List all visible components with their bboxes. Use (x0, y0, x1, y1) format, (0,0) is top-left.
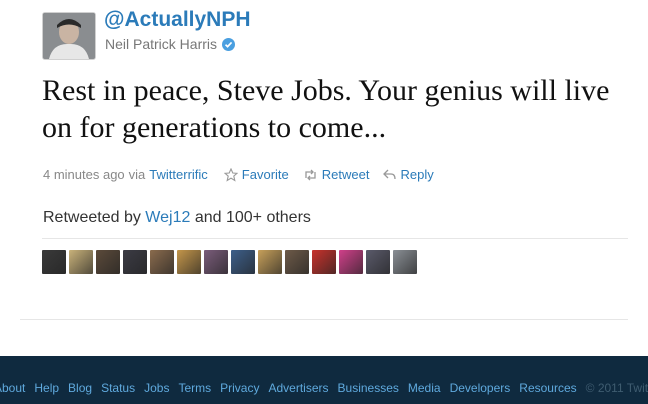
tweet-timestamp-link[interactable]: 4 minutes ago (43, 167, 125, 182)
reply-arrow-icon (383, 169, 397, 180)
user-handle-link[interactable]: @ActuallyNPH (104, 8, 251, 32)
favorite-label: Favorite (241, 167, 289, 182)
footer-link-developers[interactable]: Developers (450, 381, 511, 395)
client-link[interactable]: Twitterrific (149, 167, 208, 182)
retweeter-avatar[interactable] (96, 250, 120, 274)
footer-link-privacy[interactable]: Privacy (220, 381, 259, 395)
user-real-name: Neil Patrick Harris (105, 36, 236, 52)
retweeter-avatars (42, 250, 417, 274)
footer-link-resources[interactable]: Resources (519, 381, 576, 395)
footer-link-terms[interactable]: Terms (178, 381, 211, 395)
divider (42, 238, 628, 239)
site-footer: About Help Blog Status Jobs Terms Privacy Adver… (0, 356, 648, 404)
retweeter-link[interactable]: Wej12 (145, 209, 190, 226)
favorite-button[interactable]: Favorite (223, 167, 289, 182)
retweeter-avatar[interactable] (393, 250, 417, 274)
real-name-text: Neil Patrick Harris (105, 36, 218, 52)
tweet-text: Rest in peace, Steve Jobs. Your genius w… (42, 74, 610, 144)
reply-label: Reply (400, 167, 434, 182)
via-label: via (128, 167, 146, 182)
profile-avatar[interactable] (42, 12, 96, 60)
retweeter-avatar[interactable] (285, 250, 309, 274)
retweet-icon (305, 169, 316, 180)
footer-link-blog[interactable]: Blog (68, 381, 92, 395)
retweeter-avatar[interactable] (69, 250, 93, 274)
footer-link-help[interactable]: Help (34, 381, 59, 395)
retweeted-by-prefix: Retweeted by (43, 209, 141, 226)
retweeted-by-line: Retweeted by Wej12 and 100+ others (43, 209, 311, 227)
retweet-button[interactable]: Retweet (303, 167, 370, 182)
star-icon (223, 167, 238, 182)
retweeter-avatar[interactable] (366, 250, 390, 274)
tweet-card: @ActuallyNPH Neil Patrick Harris Rest in… (0, 0, 648, 356)
retweeter-avatar[interactable] (204, 250, 228, 274)
retweeter-avatar[interactable] (258, 250, 282, 274)
retweet-label: Retweet (321, 167, 370, 182)
retweeter-avatar[interactable] (231, 250, 255, 274)
footer-link-media[interactable]: Media (408, 381, 441, 395)
retweeter-avatar[interactable] (42, 250, 66, 274)
footer-links: About Help Blog Status Jobs Terms Privacy Adver… (0, 381, 648, 395)
footer-link-advertisers[interactable]: Advertisers (268, 381, 328, 395)
retweeter-avatar[interactable] (123, 250, 147, 274)
retweeter-avatar[interactable] (312, 250, 336, 274)
retweeter-avatar[interactable] (150, 250, 174, 274)
footer-copyright: © 2011 Twitter (585, 381, 648, 395)
footer-link-about[interactable]: About (0, 381, 25, 395)
tweet-meta: 4 minutes ago via Twitterrific Favorite … (43, 167, 434, 182)
divider (20, 319, 628, 320)
retweeter-avatar[interactable] (177, 250, 201, 274)
footer-link-jobs[interactable]: Jobs (144, 381, 169, 395)
profile-photo-icon (43, 13, 95, 59)
retweeter-avatar[interactable] (339, 250, 363, 274)
footer-link-businesses[interactable]: Businesses (338, 381, 399, 395)
verified-badge-icon (222, 37, 236, 51)
footer-link-status[interactable]: Status (101, 381, 135, 395)
reply-button[interactable]: Reply (383, 167, 434, 182)
retweeted-by-suffix: and 100+ others (194, 209, 311, 226)
